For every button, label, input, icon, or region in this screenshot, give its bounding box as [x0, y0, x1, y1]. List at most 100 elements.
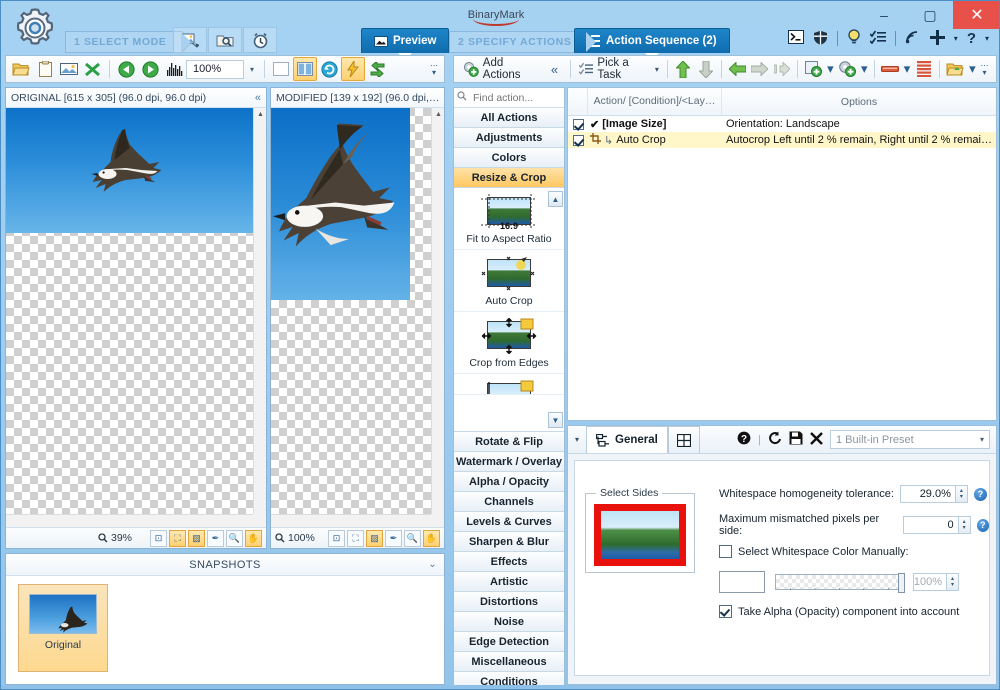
modified-canvas[interactable]: ▲ — [271, 108, 444, 527]
close-button[interactable]: ✕ — [953, 1, 1000, 29]
minimize-button[interactable]: – — [861, 1, 907, 29]
sidebar-item-watermark-overlay[interactable]: Watermark / Overlay — [454, 452, 564, 472]
chevron-down-icon[interactable]: ▾ — [980, 435, 989, 444]
remove-dropdown-arrow-icon[interactable]: ▾ — [901, 57, 912, 81]
sync-views-button[interactable] — [365, 57, 389, 81]
pan-hand-icon[interactable]: ✋ — [245, 530, 262, 547]
checklist-icon[interactable] — [870, 30, 886, 47]
zoom-input[interactable]: 100% — [186, 60, 244, 79]
sidebar-item-artistic[interactable]: Artistic — [454, 572, 564, 592]
manual-color-checkbox[interactable] — [719, 545, 732, 558]
add-condition-button[interactable] — [836, 57, 859, 81]
column-header-options[interactable]: Options — [722, 88, 996, 115]
move-right-button[interactable] — [748, 57, 771, 81]
snapshots-header[interactable]: SNAPSHOTS ⌄ — [6, 554, 444, 576]
original-panel-collapse-button[interactable]: « — [255, 92, 261, 104]
move-left-button[interactable] — [726, 57, 749, 81]
take-alpha-checkbox[interactable] — [719, 605, 732, 618]
sidebar-item-sharpen-and-blur[interactable]: Sharpen & Blur — [454, 532, 564, 552]
auto-refresh-button[interactable] — [341, 57, 365, 81]
shield-icon[interactable] — [813, 30, 828, 48]
actions-toolbar-overflow-button[interactable]: ⋯▾ — [978, 62, 991, 76]
settings-collapse-arrow-icon[interactable]: ▾ — [568, 435, 586, 444]
snapshots-expander-icon[interactable]: ⌄ — [428, 559, 437, 570]
image-properties-button[interactable] — [57, 57, 81, 81]
add-actions-button[interactable]: Add Actions — [459, 57, 543, 81]
table-row[interactable]: ↳ Auto Crop Autocrop Left until 2 % rema… — [568, 132, 996, 148]
tab-preview[interactable]: Preview — [361, 28, 449, 53]
paste-clipboard-button[interactable] — [33, 57, 57, 81]
sidebar-item-resize-and-crop[interactable]: Resize & Crop — [454, 168, 564, 188]
gallery-scroll-up-button[interactable]: ▲ — [548, 191, 563, 207]
refresh-button[interactable] — [317, 57, 341, 81]
sidebar-item-adjustments[interactable]: Adjustments — [454, 128, 564, 148]
tolerance-help-icon[interactable]: ? — [974, 488, 987, 501]
help-icon[interactable]: ? — [737, 431, 751, 448]
step-specify-actions[interactable]: 2 SPECIFY ACTIONS — [449, 31, 587, 53]
opacity-input[interactable]: 100% — [913, 573, 947, 591]
step-select-mode[interactable]: 1 SELECT MODE — [65, 31, 182, 53]
take-alpha-row[interactable]: Take Alpha (Opacity) component into acco… — [719, 605, 959, 618]
feed-icon[interactable] — [905, 30, 921, 47]
sidebar-item-edge-detection[interactable]: Edge Detection — [454, 632, 564, 652]
add-action-button[interactable] — [802, 57, 825, 81]
opacity-slider[interactable]: ''''' — [775, 574, 903, 590]
modified-vertical-scrollbar[interactable]: ▲ — [431, 108, 444, 527]
opacity-spinner[interactable]: ▴▾ — [947, 573, 959, 591]
remove-action-button[interactable] — [879, 57, 902, 81]
sidebar-item-distortions[interactable]: Distortions — [454, 592, 564, 612]
shuffle-button[interactable] — [81, 57, 105, 81]
sidebar-item-colors[interactable]: Colors — [454, 148, 564, 168]
transparency-icon[interactable]: ▨ — [366, 530, 383, 547]
histogram-button[interactable] — [162, 57, 186, 81]
scroll-up-icon[interactable]: ▲ — [254, 108, 266, 121]
split-view-button[interactable] — [293, 57, 317, 81]
move-up-button[interactable] — [672, 57, 695, 81]
row-enabled-checkbox[interactable] — [568, 119, 588, 130]
eyedropper-icon[interactable]: ✒ — [207, 530, 224, 547]
reset-icon[interactable] — [768, 431, 782, 448]
move-down-button[interactable] — [694, 57, 717, 81]
add-dropdown-arrow-icon[interactable]: ▾ — [954, 34, 958, 43]
tab-grid[interactable] — [668, 426, 700, 453]
column-header-action[interactable]: Action/ [Condition]/<Lay… — [588, 88, 722, 115]
max-mismatch-spinner[interactable]: ▴▾ — [959, 516, 971, 534]
tolerance-spinner[interactable]: ▴▾ — [956, 485, 968, 503]
gallery-item-partial[interactable] — [454, 374, 564, 395]
gallery-item-crop-from-edges[interactable]: Crop from Edges — [454, 312, 564, 374]
sidebar-item-noise[interactable]: Noise — [454, 612, 564, 632]
zoom-dropdown-arrow-icon[interactable]: ▾ — [244, 60, 260, 79]
tab-action-sequence[interactable]: Action Sequence (2) — [574, 28, 730, 53]
mode-folder-search-button[interactable] — [208, 27, 242, 53]
sidebar-item-channels[interactable]: Channels — [454, 492, 564, 512]
add-icon[interactable] — [930, 30, 945, 48]
help-icon[interactable]: ? — [967, 30, 976, 47]
save-preset-icon[interactable] — [789, 431, 803, 448]
scroll-up-icon[interactable]: ▲ — [432, 108, 444, 121]
collapse-actions-button[interactable]: « — [543, 57, 566, 81]
tolerance-input[interactable]: 29.0% — [900, 485, 956, 503]
delete-preset-icon[interactable] — [810, 432, 823, 448]
sidebar-item-alpha-opacity[interactable]: Alpha / Opacity — [454, 472, 564, 492]
magnifier-icon[interactable]: 🔍 — [404, 530, 421, 547]
load-dropdown-arrow-icon[interactable]: ▾ — [967, 57, 978, 81]
preset-select[interactable]: 1 Built-in Preset ▾ — [830, 430, 990, 449]
add-action-dropdown-arrow-icon[interactable]: ▾ — [825, 57, 836, 81]
tab-general[interactable]: General — [586, 426, 668, 453]
modified-horizontal-scrollbar[interactable] — [271, 514, 431, 527]
original-horizontal-scrollbar[interactable] — [6, 514, 253, 527]
load-sequence-button[interactable] — [944, 57, 967, 81]
list-button[interactable] — [913, 57, 936, 81]
mode-scheduler-button[interactable] — [243, 27, 277, 53]
snapshot-item-original[interactable]: Original — [18, 584, 108, 672]
magnifier-icon[interactable]: 🔍 — [226, 530, 243, 547]
max-mismatch-help-icon[interactable]: ? — [977, 519, 989, 532]
gallery-scroll-down-button[interactable]: ▼ — [548, 412, 563, 428]
sidebar-item-all-actions[interactable]: All Actions — [454, 108, 564, 128]
lightbulb-icon[interactable] — [847, 29, 861, 48]
fit-to-window-icon[interactable]: ⊡ — [328, 530, 345, 547]
sidebar-item-levels-and-curves[interactable]: Levels & Curves — [454, 512, 564, 532]
sidebar-item-rotate-and-flip[interactable]: Rotate & Flip — [454, 432, 564, 452]
single-view-button[interactable] — [269, 57, 293, 81]
maximize-button[interactable]: ▢ — [907, 1, 953, 29]
